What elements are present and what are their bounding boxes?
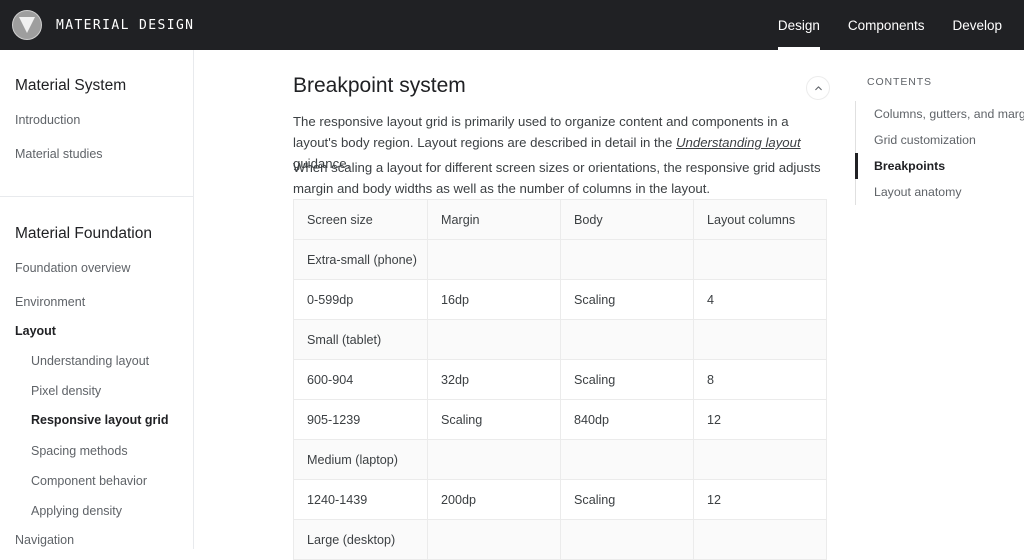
table-cell: 905-1239 [293,399,428,440]
toc-item-layout-anatomy[interactable]: Layout anatomy [855,179,1024,205]
table-header-row: Screen size Margin Body Layout columns [293,199,827,240]
table-cell [427,519,561,560]
sidebar-item-understanding-layout[interactable]: Understanding layout [0,354,149,368]
toc-item-breakpoints[interactable]: Breakpoints [855,153,1024,179]
sidebar-section-title-material-foundation: Material Foundation [15,225,152,242]
sidebar-item-layout[interactable]: Layout [0,324,56,338]
breakpoint-table-wrapper: Screen size Margin Body Layout columns E… [293,199,827,560]
top-nav-label: Components [847,17,925,33]
brand[interactable]: MATERIAL DESIGN [0,10,194,40]
material-design-logo-icon [12,10,42,40]
table-cell: 1240-1439 [293,479,428,520]
sidebar-item-pixel-density[interactable]: Pixel density [0,384,101,398]
table-cell [560,239,694,280]
chevron-up-icon[interactable] [806,76,830,100]
sidebar-section-title-material-system: Material System [15,77,127,94]
table-cell: Small (tablet) [293,319,428,360]
sidebar-item-introduction[interactable]: Introduction [0,113,80,127]
sidebar-item-navigation[interactable]: Navigation [0,533,74,547]
table-row: Medium (laptop) [293,439,827,480]
breakpoint-table: Screen size Margin Body Layout columns E… [293,199,827,560]
table-header-cell: Layout columns [693,199,827,240]
table-cell [427,439,561,480]
table-cell [693,439,827,480]
understanding-layout-link[interactable]: Understanding layout [676,135,801,150]
table-cell: Large (desktop) [293,519,428,560]
table-row: 905-1239 Scaling 840dp 12 [293,399,827,440]
toc-item-label: Columns, gutters, and margins [874,107,1024,121]
table-row: 0-599dp 16dp Scaling 4 [293,279,827,320]
toc-item-columns-gutters-and-margins[interactable]: Columns, gutters, and margins [855,101,1024,127]
brand-name: MATERIAL DESIGN [56,17,195,33]
table-row: 1240-1439 200dp Scaling 12 [293,479,827,520]
main-content: Breakpoint system The responsive layout … [195,50,1024,560]
table-header-cell: Screen size [293,199,428,240]
table-row: Small (tablet) [293,319,827,360]
table-cell: Scaling [560,359,694,400]
table-cell: Scaling [560,279,694,320]
toc-item-label: Grid customization [874,133,976,147]
table-cell: 200dp [427,479,561,520]
table-cell: 16dp [427,279,561,320]
table-cell [693,519,827,560]
table-header-cell: Body [560,199,694,240]
top-bar: MATERIAL DESIGN Design Components Develo… [0,0,1024,50]
top-navigation: Design Components Develop [764,0,1024,50]
toc-item-label: Breakpoints [874,159,946,173]
top-nav-item-develop[interactable]: Develop [938,0,1024,50]
table-cell: 32dp [427,359,561,400]
table-cell: 8 [693,359,827,400]
table-cell [427,319,561,360]
sidebar-item-responsive-layout-grid[interactable]: Responsive layout grid [0,413,169,427]
sidebar-item-environment[interactable]: Environment [0,295,85,309]
sidebar-item-spacing-methods[interactable]: Spacing methods [0,444,128,458]
top-nav-item-design[interactable]: Design [764,0,834,50]
table-cell: 4 [693,279,827,320]
table-cell: 0-599dp [293,279,428,320]
sidebar-item-component-behavior[interactable]: Component behavior [0,474,147,488]
table-cell: Medium (laptop) [293,439,428,480]
contents-panel: CONTENTS Columns, gutters, and margins G… [855,76,1024,205]
table-cell: Extra-small (phone) [293,239,428,280]
table-header-cell: Margin [427,199,561,240]
table-cell [560,519,694,560]
table-row: Extra-small (phone) [293,239,827,280]
table-cell [693,239,827,280]
table-row: 600-904 32dp Scaling 8 [293,359,827,400]
table-cell: 12 [693,479,827,520]
table-cell [560,439,694,480]
contents-list: Columns, gutters, and margins Grid custo… [855,101,1024,205]
table-row: Large (desktop) [293,519,827,560]
top-nav-label: Develop [952,17,1002,33]
top-nav-item-components[interactable]: Components [834,0,939,50]
toc-item-grid-customization[interactable]: Grid customization [855,127,1024,153]
sidebar-item-applying-density[interactable]: Applying density [0,504,122,518]
toc-item-label: Layout anatomy [874,185,962,199]
intro-paragraph-2: When scaling a layout for different scre… [293,160,821,196]
sidebar-divider [0,196,193,197]
table-cell: 600-904 [293,359,428,400]
top-nav-label: Design [777,17,820,33]
table-cell: 12 [693,399,827,440]
sidebar-item-material-studies[interactable]: Material studies [0,147,103,161]
table-cell: 840dp [560,399,694,440]
table-cell [693,319,827,360]
table-cell: Scaling [427,399,561,440]
table-cell [427,239,561,280]
contents-label: CONTENTS [867,76,932,88]
page-title: Breakpoint system [293,74,466,97]
sidebar: Material System Introduction Material st… [0,50,194,549]
sidebar-item-foundation-overview[interactable]: Foundation overview [0,261,130,275]
table-cell [560,319,694,360]
table-cell: Scaling [560,479,694,520]
